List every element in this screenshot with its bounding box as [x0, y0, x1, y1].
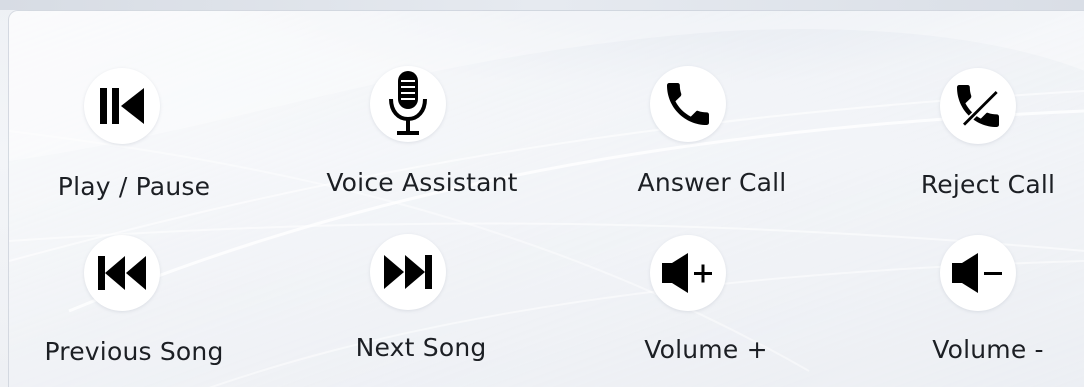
- previous-track-icon: [84, 235, 160, 311]
- phone-icon: [650, 66, 726, 142]
- control-guide-page: Play / Pause Voice Assistant Answer Call: [0, 0, 1084, 387]
- top-band: [0, 0, 1084, 10]
- reject-call-label: Reject Call: [920, 170, 1056, 199]
- volume-up-label: Volume +: [644, 335, 768, 364]
- play-pause-icon: [84, 68, 160, 144]
- phone-reject-icon: [940, 68, 1016, 144]
- next-song-label: Next Song: [355, 333, 487, 362]
- volume-down-label: Volume -: [932, 335, 1044, 364]
- previous-song-label: Previous Song: [44, 337, 224, 366]
- volume-up-icon: [650, 235, 726, 311]
- microphone-icon: [370, 66, 446, 142]
- next-track-icon: [370, 234, 446, 310]
- answer-call-label: Answer Call: [637, 168, 787, 197]
- volume-down-icon: [940, 235, 1016, 311]
- play-pause-label: Play / Pause: [57, 172, 211, 201]
- voice-assistant-label: Voice Assistant: [326, 168, 518, 197]
